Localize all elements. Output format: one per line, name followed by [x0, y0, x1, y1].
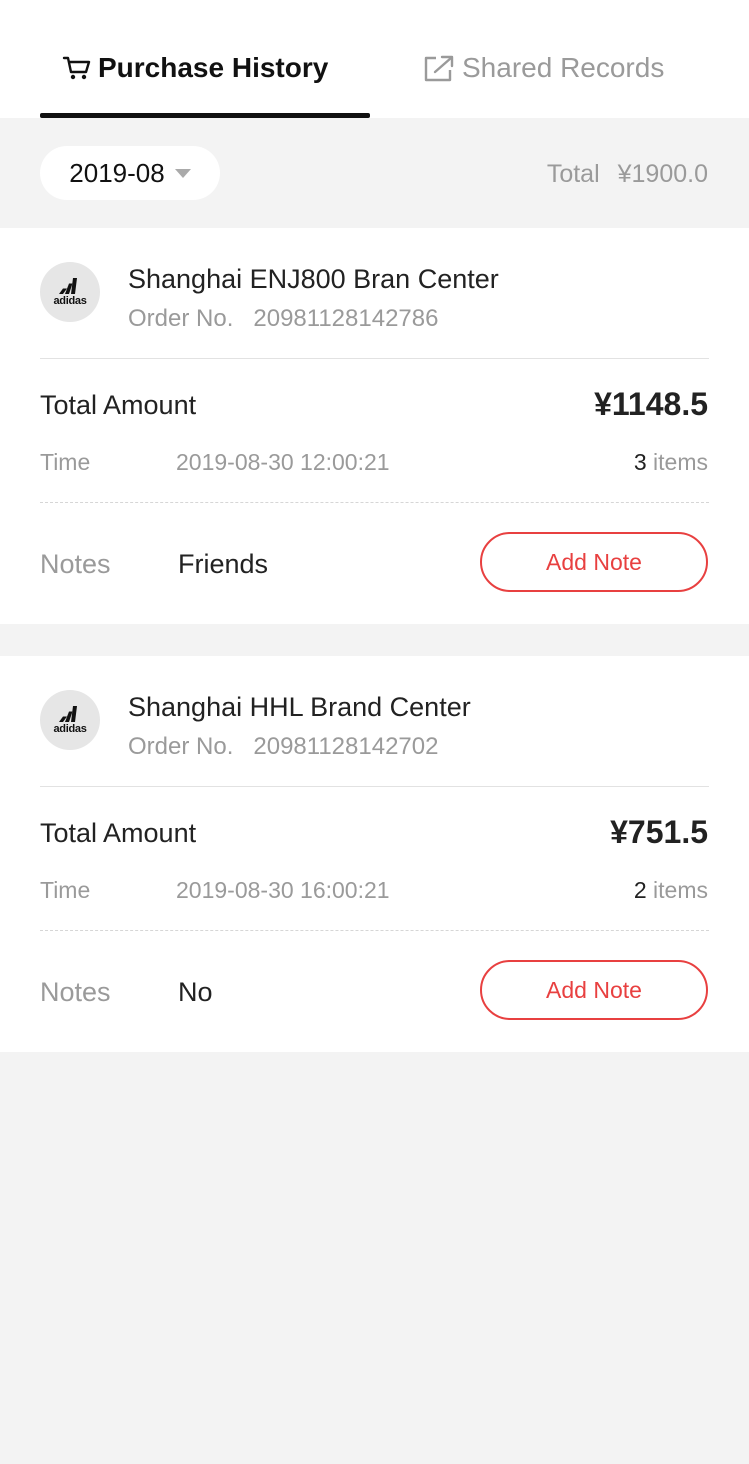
dashed-divider — [40, 502, 709, 503]
period-total: Total ¥1900.0 — [547, 160, 708, 189]
add-note-button[interactable]: Add Note — [480, 532, 708, 592]
notes-label: Notes — [40, 549, 111, 579]
cart-icon — [62, 56, 91, 80]
order-card: adidas Shanghai HHL Brand Center Order N… — [0, 656, 749, 1052]
notes-value: Friends — [178, 549, 269, 579]
divider — [40, 786, 709, 787]
order-card: adidas Shanghai ENJ800 Bran Center Order… — [0, 228, 749, 624]
time-value: 2019-08-30 12:00:21 — [176, 449, 390, 475]
tab-shared-records[interactable]: Shared Records — [422, 50, 664, 86]
month-selector[interactable]: 2019-08 — [40, 146, 220, 200]
item-count: 2 items — [634, 877, 708, 904]
item-count-suffix: items — [653, 877, 708, 903]
time-label: Time — [40, 877, 91, 903]
adidas-logo: adidas — [40, 690, 100, 750]
order-no-label: Order No. — [128, 305, 234, 332]
order-number: Order No. 20981128142786 — [128, 305, 438, 333]
filter-bar: 2019-08 Total ¥1900.0 — [0, 118, 749, 228]
time-value: 2019-08-30 16:00:21 — [176, 877, 390, 903]
brand-logo-text: adidas — [53, 722, 87, 735]
order-no-value: 20981128142702 — [253, 733, 439, 760]
notes-value: No — [178, 977, 213, 1007]
order-no-value: 20981128142786 — [253, 305, 439, 332]
total-amount-label: Total Amount — [40, 818, 197, 848]
item-count-value: 2 — [633, 877, 647, 903]
total-amount-value: ¥1148.5 — [594, 386, 708, 422]
adidas-stripes-icon — [59, 705, 77, 722]
time-label: Time — [40, 449, 91, 475]
caret-down-icon — [174, 168, 191, 178]
tab-purchase-history-label: Purchase History — [98, 52, 329, 83]
total-value: ¥1900.0 — [617, 160, 708, 188]
tab-bar: Purchase History Shared Records — [0, 0, 749, 118]
item-count-suffix: items — [653, 449, 708, 475]
tab-shared-records-label: Shared Records — [462, 52, 665, 83]
store-name: Shanghai HHL Brand Center — [128, 692, 471, 722]
dashed-divider — [40, 930, 709, 931]
store-name: Shanghai ENJ800 Bran Center — [128, 264, 499, 294]
notes-label: Notes — [40, 977, 111, 1007]
add-note-button[interactable]: Add Note — [480, 960, 708, 1020]
adidas-logo: adidas — [40, 262, 100, 322]
item-count-value: 3 — [633, 449, 647, 475]
total-amount-value: ¥751.5 — [610, 814, 708, 850]
item-count: 3 items — [634, 449, 708, 476]
brand-logo-text: adidas — [53, 294, 87, 307]
order-no-label: Order No. — [128, 733, 234, 760]
adidas-stripes-icon — [59, 277, 77, 294]
tab-purchase-history[interactable]: Purchase History — [62, 50, 328, 86]
total-amount-label: Total Amount — [40, 390, 197, 420]
divider — [40, 358, 709, 359]
share-icon — [424, 55, 454, 82]
order-number: Order No. 20981128142702 — [128, 733, 438, 761]
month-value: 2019-08 — [69, 157, 165, 188]
total-label: Total — [546, 160, 600, 188]
